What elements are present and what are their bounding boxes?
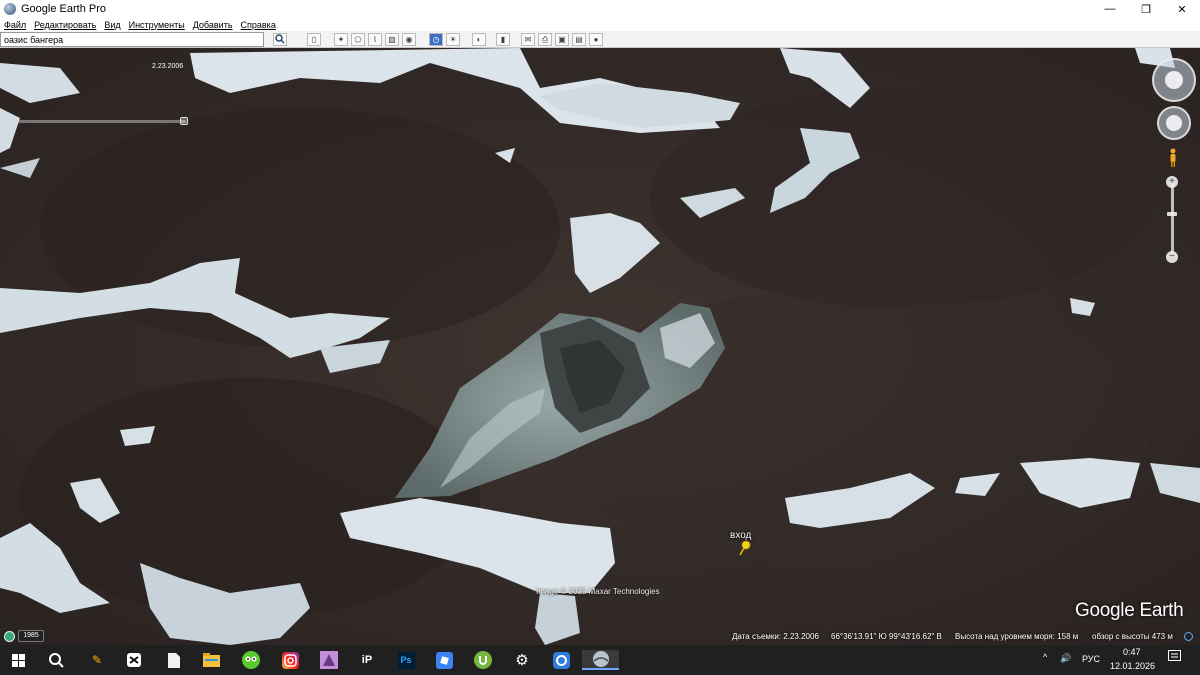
hand-icon [1166,115,1182,131]
google-earth-icon[interactable] [582,650,619,670]
start-icon[interactable] [7,650,29,670]
zoom-slider-track[interactable] [1171,183,1174,253]
google-earth-logo: Google Earth [1075,600,1184,621]
map-view[interactable] [0,48,1200,645]
menu-view[interactable]: Вид [104,20,120,30]
menu-edit[interactable]: Редактировать [34,20,96,30]
close-button[interactable]: ✕ [1164,0,1200,18]
eye-icon [1165,71,1183,89]
zoom-slider-knob[interactable] [1167,212,1177,216]
language-indicator[interactable]: РУС [1082,654,1100,664]
placemark-icon[interactable]: ✦ [334,33,348,46]
eye-altitude: обзор с высоты 473 м [1092,632,1173,641]
look-around-control[interactable] [1152,58,1196,102]
path-icon[interactable]: ⌇ [368,33,382,46]
search-icon [275,34,285,44]
game-icon[interactable] [318,650,340,670]
yellow-pushpin-icon[interactable] [738,540,752,556]
zoom-out-button[interactable]: − [1166,251,1178,263]
clock-date[interactable]: 12.01.2026 [1110,661,1155,671]
search-input[interactable] [0,32,264,47]
menu-file[interactable]: Файл [4,20,26,30]
launcher-icon[interactable] [550,650,572,670]
roblox-icon[interactable] [433,650,455,670]
slider-track[interactable] [18,120,186,123]
google-earth-app-icon [4,3,16,15]
save-image-icon[interactable]: ▣ [555,33,569,46]
tour-icon[interactable]: ◉ [402,33,416,46]
sun-icon[interactable]: ☀ [446,33,460,46]
capture-date: Дата съемки: 2.23.2006 [732,632,819,641]
streaming-status-icon [1184,632,1193,641]
toolbar: ▯ ✦ ⬠ ⌇ ▨ ◉ ◷ ☀ ◐ ▮ ✉ ⎙ ▣ ▤ ● [0,31,1200,48]
photoshop-label: Ps [397,651,415,669]
planets-icon[interactable]: ◐ [472,33,486,46]
maps-icon[interactable]: ▤ [572,33,586,46]
navigation-controls: + − [1148,48,1200,268]
tray-chevron-icon[interactable]: ^ [1043,652,1047,662]
capcut-icon[interactable] [123,650,145,670]
title-bar: Google Earth Pro — ❐ ✕ [0,0,1200,18]
utorrent-icon[interactable] [472,650,494,670]
menu-tools[interactable]: Инструменты [129,20,185,30]
file-icon[interactable] [163,650,185,670]
restore-button[interactable]: ❐ [1128,0,1164,18]
email-icon[interactable]: ✉ [521,33,535,46]
volume-icon[interactable]: 🔊 [1060,653,1071,664]
instagram-icon[interactable] [279,650,301,670]
imagery-credit: Image © 2025 Maxar Technologies [536,587,660,596]
cleaner-icon[interactable]: ✎ [86,650,108,670]
settings-icon[interactable]: ⚙ [511,650,533,670]
window-title: Google Earth Pro [21,3,106,15]
coordinates: 66°36'13.91" Ю 99°43'16.62" В [831,632,942,641]
historical-imagery-slider[interactable] [18,114,188,125]
menu-help[interactable]: Справка [241,20,276,30]
explorer-icon[interactable] [200,650,222,670]
taskbar: ✎ iP Ps ⚙ [0,645,1200,675]
search-button[interactable] [273,33,287,46]
notifications-icon[interactable] [1168,650,1181,665]
historical-imagery-icon[interactable]: ◷ [429,33,443,46]
duo-icon[interactable] [240,650,262,670]
history-date-label: 2.23.2006 [152,63,184,70]
slider-knob[interactable] [180,117,188,125]
clock-time[interactable]: 0:47 [1123,647,1141,657]
zoom-in-button[interactable]: + [1166,176,1178,188]
sidebar-toggle-icon[interactable]: ▯ [307,33,321,46]
menu-add[interactable]: Добавить [193,20,233,30]
earth-icon[interactable]: ● [589,33,603,46]
ruler-icon[interactable]: ▮ [496,33,510,46]
year-badge[interactable]: 1985 [18,630,44,642]
ip-icon[interactable]: iP [356,650,378,670]
photoshop-icon[interactable]: Ps [395,650,417,670]
move-control[interactable] [1157,106,1191,140]
window-controls: — ❐ ✕ [1092,0,1200,18]
menu-bar: Файл Редактировать Вид Инструменты Добав… [0,18,1200,31]
pegman-icon[interactable] [1169,148,1177,168]
elevation: Высота над уровнем моря: 158 м [955,632,1079,641]
satellite-imagery [0,48,1200,645]
historical-imagery-icon[interactable] [4,631,15,642]
print-icon[interactable]: ⎙ [538,33,552,46]
polygon-icon[interactable]: ⬠ [351,33,365,46]
search-icon[interactable] [45,650,67,670]
minimize-button[interactable]: — [1092,0,1128,18]
image-overlay-icon[interactable]: ▨ [385,33,399,46]
